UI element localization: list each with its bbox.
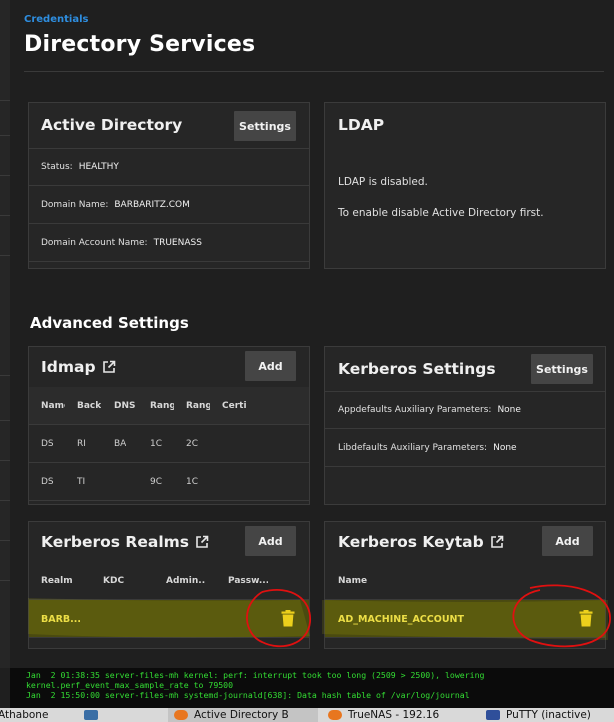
- ad-domain-name-label: Domain Name:: [41, 199, 109, 210]
- idmap-title[interactable]: Idmap: [41, 358, 116, 376]
- open-in-new-icon[interactable]: [195, 535, 209, 549]
- taskbar-item[interactable]: Athabone: [0, 708, 78, 722]
- firefox-icon: [174, 710, 188, 720]
- ad-domain-name-row: Domain Name: BARBARITZ.COM: [29, 186, 309, 224]
- active-directory-card: Active Directory Settings Status: HEALTH…: [28, 102, 310, 269]
- libdefaults-row: Libdefaults Auxiliary Parameters: None: [325, 429, 605, 467]
- column-header[interactable]: Passw...: [228, 562, 268, 600]
- sidebar-edge: [0, 0, 10, 668]
- terminal-output: Jan 2 01:38:35 server-files-mh kernel: p…: [10, 668, 614, 708]
- card-title: LDAP: [338, 116, 385, 134]
- card-title: Idmap: [41, 358, 96, 376]
- firefox-icon: [328, 710, 342, 720]
- column-header[interactable]: Realm: [41, 562, 81, 600]
- breadcrumb[interactable]: Credentials: [24, 14, 88, 25]
- taskbar-item[interactable]: TrueNAS - 192.16: [322, 708, 472, 722]
- table-row[interactable]: DS TI 9C 1C: [29, 463, 309, 501]
- ad-domain-account-row: Domain Account Name: TRUENASS: [29, 224, 309, 262]
- table-cell: 1C: [186, 477, 198, 487]
- card-title: Kerberos Settings: [338, 360, 496, 378]
- taskbar-item-label: Athabone: [0, 709, 49, 721]
- ad-status-row: Status: HEALTHY: [29, 148, 309, 186]
- kerberos-keytab-card: Kerberos Keytab Add Name AD_MACHINE_ACCO…: [324, 521, 606, 649]
- table-cell: 9C: [150, 477, 162, 487]
- taskbar-item-label: PuTTY (inactive): [506, 709, 591, 721]
- advanced-settings-heading: Advanced Settings: [30, 314, 189, 332]
- table-cell: TI: [77, 477, 86, 487]
- idmap-table-header: Name Backe DNS I Rang Rang Certi: [29, 387, 309, 425]
- taskbar: Athabone Active Directory B TrueNAS - 19…: [0, 708, 614, 722]
- libdefaults-label: Libdefaults Auxiliary Parameters:: [338, 442, 488, 453]
- kerberos-keytab-title[interactable]: Kerberos Keytab: [338, 533, 504, 551]
- kerberos-settings-button[interactable]: Settings: [531, 354, 593, 384]
- taskbar-item[interactable]: PuTTY (inactive): [480, 708, 614, 722]
- idmap-card: Idmap Add Name Backe DNS I Rang Rang Cer…: [28, 346, 310, 505]
- table-cell: DS: [41, 439, 53, 449]
- putty-icon: [486, 710, 500, 720]
- card-title: Kerberos Realms: [41, 533, 190, 551]
- trash-icon[interactable]: [579, 610, 593, 631]
- realm-name: BARB...: [41, 613, 81, 625]
- trash-icon[interactable]: [281, 610, 295, 631]
- calculator-icon: [84, 710, 98, 720]
- table-cell: DS: [41, 477, 53, 487]
- column-header[interactable]: KDC: [103, 562, 133, 600]
- idmap-add-button[interactable]: Add: [245, 351, 296, 381]
- realms-table-header: Realm KDC Admin... Passw...: [29, 562, 309, 600]
- appdefaults-row: Appdefaults Auxiliary Parameters: None: [325, 391, 605, 429]
- ad-domain-account-value: TRUENASS: [153, 237, 202, 248]
- column-header[interactable]: Certi: [222, 387, 246, 425]
- open-in-new-icon[interactable]: [102, 360, 116, 374]
- taskbar-item-label: TrueNAS - 192.16: [348, 709, 440, 721]
- table-cell: 1C: [150, 439, 162, 449]
- table-row[interactable]: BARB...: [29, 600, 309, 638]
- column-header[interactable]: DNS I: [114, 387, 138, 425]
- appdefaults-label: Appdefaults Auxiliary Parameters:: [338, 405, 492, 415]
- ad-status-value: HEALTHY: [78, 162, 119, 172]
- ldap-card: LDAP LDAP is disabled. To enable disable…: [324, 102, 606, 269]
- ldap-disabled-text: LDAP is disabled.: [338, 176, 428, 188]
- kerberos-realms-add-button[interactable]: Add: [245, 526, 296, 556]
- open-in-new-icon[interactable]: [490, 535, 504, 549]
- kerberos-keytab-add-button[interactable]: Add: [542, 526, 593, 556]
- card-title: Kerberos Keytab: [338, 533, 484, 551]
- kerberos-realms-title[interactable]: Kerberos Realms: [41, 533, 209, 551]
- kerberos-settings-card: Kerberos Settings Settings Appdefaults A…: [324, 346, 606, 505]
- terminal-line: Jan 2 01:38:35 server-files-mh kernel: p…: [26, 670, 485, 680]
- table-cell: BA: [114, 439, 126, 449]
- ad-domain-name-value: BARBARITZ.COM: [114, 199, 190, 210]
- column-header[interactable]: Rang: [150, 387, 174, 425]
- ad-status-label: Status:: [41, 162, 73, 172]
- kerberos-realms-card: Kerberos Realms Add Realm KDC Admin... P…: [28, 521, 310, 649]
- taskbar-item[interactable]: [78, 708, 118, 722]
- page-title: Directory Services: [24, 32, 256, 57]
- column-header[interactable]: Name: [338, 562, 398, 600]
- libdefaults-value: None: [493, 442, 517, 453]
- column-header[interactable]: Rang: [186, 387, 210, 425]
- table-row[interactable]: DS RI BA 1C 2C: [29, 425, 309, 463]
- table-cell: RI: [77, 439, 86, 449]
- column-header[interactable]: Name: [41, 387, 65, 425]
- terminal-line: kernel.perf_event_max_sample_rate to 795…: [26, 680, 234, 690]
- keytab-name: AD_MACHINE_ACCOUNT: [338, 613, 464, 625]
- table-cell: 2C: [186, 439, 198, 449]
- column-header[interactable]: Backe: [77, 387, 101, 425]
- card-title: Active Directory: [41, 116, 183, 134]
- ad-domain-account-label: Domain Account Name:: [41, 237, 148, 248]
- taskbar-item[interactable]: Active Directory B: [168, 708, 318, 722]
- ldap-hint-text: To enable disable Active Directory first…: [338, 207, 544, 219]
- terminal-line: Jan 2 15:50:00 server-files-mh systemd-j…: [26, 690, 470, 700]
- column-header[interactable]: Admin...: [166, 562, 206, 600]
- appdefaults-value: None: [497, 405, 521, 415]
- keytab-table-header: Name: [325, 562, 605, 600]
- active-directory-settings-button[interactable]: Settings: [234, 111, 296, 141]
- title-divider: [24, 71, 604, 72]
- taskbar-item-label: Active Directory B: [194, 709, 289, 721]
- table-row[interactable]: AD_MACHINE_ACCOUNT: [325, 600, 605, 638]
